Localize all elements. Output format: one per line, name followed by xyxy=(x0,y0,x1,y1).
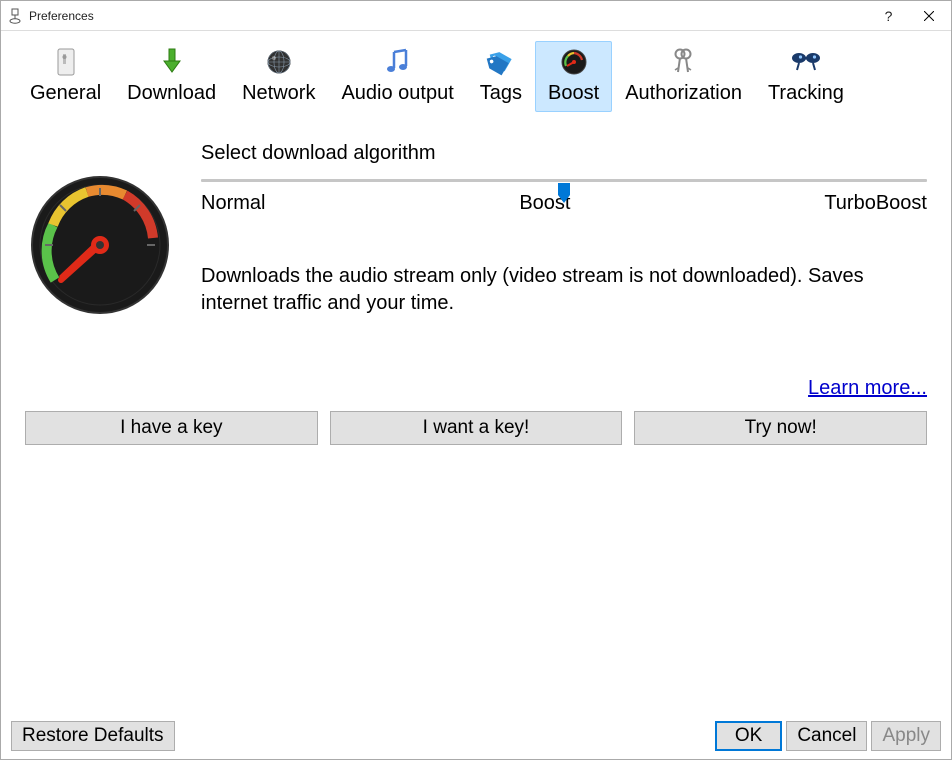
algorithm-slider[interactable] xyxy=(201,179,927,182)
window-title: Preferences xyxy=(29,9,871,23)
apply-button[interactable]: Apply xyxy=(871,721,941,751)
audio-icon xyxy=(341,46,453,78)
tab-label-general: General xyxy=(30,82,101,105)
tab-label-authorization: Authorization xyxy=(625,82,742,105)
tab-label-network: Network xyxy=(242,82,315,105)
tab-download[interactable]: Download xyxy=(114,41,229,112)
ok-button[interactable]: OK xyxy=(715,721,782,751)
general-icon xyxy=(30,46,101,78)
tab-label-tags: Tags xyxy=(480,82,522,105)
title-bar: Preferences ? xyxy=(1,1,951,31)
restore-defaults-button[interactable]: Restore Defaults xyxy=(11,721,175,751)
authorization-icon xyxy=(625,46,742,78)
app-icon xyxy=(7,8,23,24)
boost-gauge-image xyxy=(25,142,175,411)
boost-icon xyxy=(548,46,599,78)
help-button[interactable]: ? xyxy=(871,1,906,31)
tab-authorization[interactable]: Authorization xyxy=(612,41,755,112)
tab-label-download: Download xyxy=(127,82,216,105)
tab-label-tracking: Tracking xyxy=(768,82,844,105)
tab-boost[interactable]: Boost xyxy=(535,41,612,112)
tab-bar: General Download Network Audio output Ta… xyxy=(1,31,951,112)
bottom-bar: Restore Defaults OK Cancel Apply xyxy=(1,713,951,759)
slider-label-turbo: TurboBoost xyxy=(824,192,927,215)
close-button[interactable] xyxy=(906,1,951,31)
cancel-button[interactable]: Cancel xyxy=(786,721,867,751)
tab-general[interactable]: General xyxy=(17,41,114,112)
network-icon xyxy=(242,46,315,78)
have-key-button[interactable]: I have a key xyxy=(25,411,318,445)
tracking-icon xyxy=(768,46,844,78)
tags-icon xyxy=(480,46,522,78)
tab-network[interactable]: Network xyxy=(229,41,328,112)
tab-tracking[interactable]: Tracking xyxy=(755,41,857,112)
download-icon xyxy=(127,46,216,78)
key-buttons-row: I have a key I want a key! Try now! xyxy=(1,411,951,445)
section-label: Select download algorithm xyxy=(201,142,927,165)
tab-tags[interactable]: Tags xyxy=(467,41,535,112)
slider-label-normal: Normal xyxy=(201,192,265,215)
try-now-button[interactable]: Try now! xyxy=(634,411,927,445)
boost-description: Downloads the audio stream only (video s… xyxy=(201,263,927,317)
want-key-button[interactable]: I want a key! xyxy=(330,411,623,445)
tab-label-audio: Audio output xyxy=(341,82,453,105)
tab-label-boost: Boost xyxy=(548,82,599,105)
learn-more-link[interactable]: Learn more... xyxy=(808,377,927,399)
tab-audio[interactable]: Audio output xyxy=(328,41,466,112)
slider-thumb[interactable] xyxy=(557,182,571,207)
